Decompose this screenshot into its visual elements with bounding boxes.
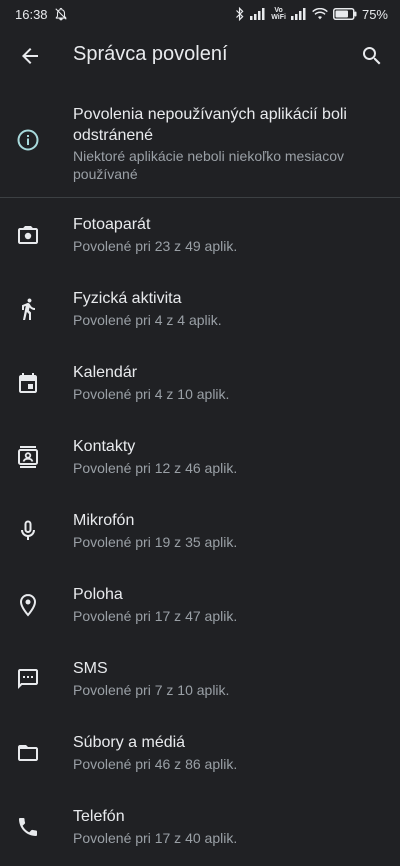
arrow-back-icon	[22, 48, 38, 64]
permission-detail: Povolené pri 19 z 35 aplik.	[73, 534, 238, 550]
info-icon	[16, 128, 40, 152]
battery-icon	[332, 8, 357, 20]
location-icon	[16, 593, 40, 617]
notifications-muted-icon	[54, 7, 68, 21]
permission-detail: Povolené pri 17 z 47 aplik.	[73, 608, 238, 624]
permission-detail: Povolené pri 23 z 49 aplik.	[73, 238, 238, 254]
walking-icon	[16, 297, 40, 321]
permission-list: Fotoaparát Povolené pri 23 z 49 aplik. F…	[0, 199, 400, 865]
status-bar: 16:38 Vo WiFi 75%	[0, 0, 400, 28]
battery-percentage: 75%	[361, 6, 388, 22]
permission-item-files-media[interactable]: Súbory a médiá Povolené pri 46 z 86 apli…	[0, 717, 400, 791]
camera-icon	[16, 223, 40, 247]
permission-item-contacts[interactable]: Kontakty Povolené pri 12 z 46 aplik.	[0, 421, 400, 495]
divider	[0, 197, 400, 198]
permission-item-calendar[interactable]: Kalendár Povolené pri 4 z 10 aplik.	[0, 347, 400, 421]
contacts-icon	[16, 445, 40, 469]
bluetooth-icon	[235, 7, 245, 21]
back-button[interactable]	[10, 36, 50, 76]
phone-icon	[16, 815, 40, 839]
permission-label: Fyzická aktivita	[73, 290, 182, 307]
permission-item-location[interactable]: Poloha Povolené pri 17 z 47 aplik.	[0, 569, 400, 643]
search-button[interactable]	[352, 36, 392, 76]
signal-strength-icon	[250, 8, 266, 20]
permission-label: Súbory a médiá	[73, 734, 186, 751]
clock: 16:38	[15, 6, 48, 22]
microphone-icon	[16, 519, 40, 543]
search-icon	[363, 47, 381, 65]
wifi-icon	[312, 8, 328, 20]
volte-indicator: Vo WiFi	[271, 7, 286, 21]
permission-label: Mikrofón	[73, 512, 135, 529]
signal-strength-2-icon	[290, 8, 307, 20]
sms-icon	[16, 667, 40, 691]
permission-detail: Povolené pri 4 z 10 aplik.	[73, 386, 230, 402]
permission-detail: Povolené pri 12 z 46 aplik.	[73, 460, 238, 476]
permission-detail: Povolené pri 4 z 4 aplik.	[73, 312, 222, 328]
permission-label: SMS	[73, 660, 108, 677]
permission-detail: Povolené pri 7 z 10 aplik.	[73, 682, 230, 698]
status-bar-left: 16:38	[15, 7, 68, 22]
notice-subtitle: Niektoré aplikácie neboli niekoľko mesia…	[73, 148, 344, 182]
permission-label: Fotoaparát	[73, 216, 151, 233]
unused-apps-notice[interactable]: Povolenia nepoužívaných aplikácií boli o…	[0, 96, 400, 188]
permission-detail: Povolené pri 17 z 40 aplik.	[73, 830, 238, 846]
calendar-icon	[16, 371, 40, 395]
permission-item-camera[interactable]: Fotoaparát Povolené pri 23 z 49 aplik.	[0, 199, 400, 273]
permission-label: Telefón	[73, 808, 125, 825]
folder-icon	[16, 741, 40, 765]
permission-label: Kontakty	[73, 438, 136, 455]
page-title: Správca povolení	[73, 43, 228, 65]
permission-item-microphone[interactable]: Mikrofón Povolené pri 19 z 35 aplik.	[0, 495, 400, 569]
permission-label: Poloha	[73, 586, 123, 603]
permission-item-phone[interactable]: Telefón Povolené pri 17 z 40 aplik.	[0, 791, 400, 865]
permission-label: Kalendár	[73, 364, 138, 381]
app-bar: Správca povolení	[0, 28, 400, 84]
permission-item-physical-activity[interactable]: Fyzická aktivita Povolené pri 4 z 4 apli…	[0, 273, 400, 347]
status-bar-right: Vo WiFi 75%	[235, 7, 388, 22]
notice-title: Povolenia nepoužívaných aplikácií boli o…	[73, 106, 347, 144]
permission-item-sms[interactable]: SMS Povolené pri 7 z 10 aplik.	[0, 643, 400, 717]
permission-detail: Povolené pri 46 z 86 aplik.	[73, 756, 238, 772]
